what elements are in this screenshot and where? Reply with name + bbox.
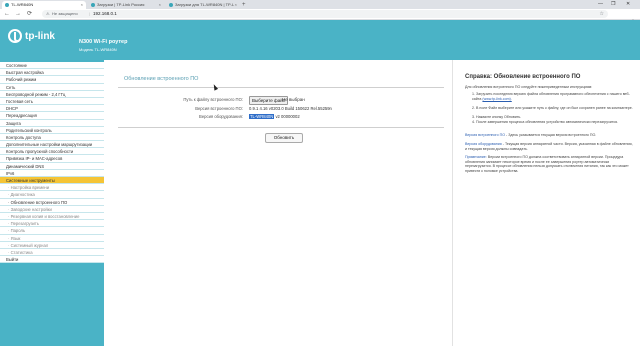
sidebar-item[interactable]: Выйти xyxy=(0,256,104,264)
help-step-1: 1. Загрузить последнюю версию файла обно… xyxy=(472,92,633,101)
favicon-icon xyxy=(169,3,173,7)
tab-model-downloads[interactable]: Загрузки для TL-WR840N | TP-L × xyxy=(166,1,240,9)
new-tab-button[interactable]: + xyxy=(242,1,246,9)
close-tab-icon[interactable]: × xyxy=(235,1,237,9)
sidebar-item[interactable]: Пароль xyxy=(0,227,104,235)
close-tab-icon[interactable]: × xyxy=(159,1,161,9)
warning-icon: ⚠ xyxy=(46,11,50,16)
sidebar-item[interactable]: Системный журнал xyxy=(0,242,104,249)
sidebar-item[interactable]: Заводские настройки xyxy=(0,206,104,213)
help-hw-note: Версия оборудования - Текущая версия апп… xyxy=(465,142,633,151)
sidebar-item[interactable]: Защита xyxy=(0,120,104,127)
close-window-button[interactable]: ✕ xyxy=(626,0,630,9)
help-title: Справка: Обновление встроенного ПО xyxy=(465,74,581,80)
maximize-button[interactable]: ❐ xyxy=(611,0,615,9)
help-fw-note-label: Версия встроенного ПО xyxy=(465,133,506,137)
help-panel xyxy=(452,60,640,346)
favicon-icon xyxy=(5,3,9,7)
sidebar-item[interactable]: Резервная копия и восстановление xyxy=(0,213,104,221)
sidebar-item[interactable]: Беспроводной режим - 2,4 ГГц xyxy=(0,91,104,98)
tab-label: Загрузки | TP-Link Россия xyxy=(97,2,145,7)
hw-version-value: TL-WR840N v2 00000002 xyxy=(249,113,300,120)
help-fw-note: Версия встроенного ПО - Здесь указываетс… xyxy=(465,133,633,138)
divider xyxy=(118,87,444,88)
favicon-icon xyxy=(91,3,95,7)
divider xyxy=(118,127,444,128)
sidebar-item[interactable]: Контроль пропускной способности xyxy=(0,148,104,156)
sidebar-item[interactable]: Статистика xyxy=(0,249,104,257)
sidebar-item[interactable]: Состояние xyxy=(0,62,104,70)
sidebar-item[interactable]: Контроль доступа xyxy=(0,134,104,142)
no-file-text: Не выбран xyxy=(282,97,305,102)
hw-version-label: Версия оборудования: xyxy=(199,114,243,119)
sidebar-item[interactable]: Гостевая сеть xyxy=(0,98,104,106)
help-fw-note-text: - Здесь указывается текущая версия встро… xyxy=(505,133,597,137)
reload-button[interactable]: ⟳ xyxy=(27,10,32,18)
tab-tplink-downloads[interactable]: Загрузки | TP-Link Россия × xyxy=(88,1,164,9)
close-tab-icon[interactable]: × xyxy=(81,1,83,9)
help-hw-note-label: Версия оборудования xyxy=(465,142,502,146)
tab-router[interactable]: TL-WR840N × xyxy=(2,1,86,9)
sidebar-item[interactable]: Перезагрузить xyxy=(0,220,104,228)
fw-version-value: 0.9.1 4.16 v0203.0 Build 150622 Rel.5525… xyxy=(249,106,332,111)
sidebar-item[interactable]: Язык xyxy=(0,235,104,242)
sidebar-item[interactable]: IPv6 xyxy=(0,170,104,177)
help-warning-label: Примечание: xyxy=(465,155,487,159)
address-toolbar: ← → ⟳ ⚠ Не защищено | 192.168.0.1 ☆ ● ⋮ xyxy=(0,9,640,26)
tab-label: TL-WR840N xyxy=(11,2,34,7)
sidebar-item[interactable]: Системные инструменты xyxy=(0,177,104,185)
bookmark-star-icon[interactable]: ☆ xyxy=(600,10,604,18)
sidebar-item[interactable]: Диагностика xyxy=(0,191,104,199)
separator: | xyxy=(89,11,91,16)
page-bottom xyxy=(0,346,640,360)
product-model: Модель TL-WR840N xyxy=(79,47,117,52)
tplink-logo-icon xyxy=(8,29,22,43)
sidebar-item[interactable]: DHCP xyxy=(0,105,104,113)
sidebar-item[interactable]: Обновление встроенного ПО xyxy=(0,199,104,206)
fw-version-label: Версия встроенного ПО: xyxy=(195,106,243,111)
hw-version-selected: TL-WR840N xyxy=(249,114,275,119)
help-intro: Для обновления встроенного ПО следуйте н… xyxy=(465,85,593,89)
sidebar-item[interactable]: Привязка IP- и MAC-адресов xyxy=(0,155,104,163)
hw-version-rest: v2 00000002 xyxy=(275,114,300,119)
help-warning-text: Версии встроенного ПО должна соответство… xyxy=(465,155,629,173)
browser-tab-bar: TL-WR840N × Загрузки | TP-Link Россия × … xyxy=(0,0,640,9)
minimize-button[interactable]: — xyxy=(598,0,603,9)
forward-button[interactable]: → xyxy=(15,10,21,18)
sidebar-item[interactable]: Переадресация xyxy=(0,112,104,120)
upgrade-button[interactable]: Обновить xyxy=(265,133,303,143)
sidebar-item[interactable]: Настройка времени xyxy=(0,184,104,192)
security-label: Не защищено xyxy=(52,11,78,16)
router-header: tp-link N300 Wi-Fi роутер Модель TL-WR84… xyxy=(0,20,640,60)
help-step-4: 4. После завершения процесса обновления … xyxy=(472,120,619,124)
tab-label: Загрузки для TL-WR840N | TP-L xyxy=(175,2,235,7)
help-step-2: 2. В поле Файл выберите или укажите путь… xyxy=(472,106,633,110)
sidebar-item[interactable]: Рабочий режим xyxy=(0,76,104,84)
logo-text: tp-link xyxy=(25,31,55,42)
sidebar-item[interactable]: Родительский контроль xyxy=(0,127,104,134)
sidebar-item[interactable]: Дополнительные настройки маршрутизации xyxy=(0,141,104,149)
help-step-3: 3. Нажмите кнопку Обновить. xyxy=(472,115,522,119)
back-button[interactable]: ← xyxy=(4,10,10,18)
section-title: Обновление встроенного ПО xyxy=(124,76,199,82)
sidebar-item[interactable]: Быстрая настройка xyxy=(0,69,104,77)
help-warning: Примечание: Версии встроенного ПО должна… xyxy=(465,155,633,173)
sidebar: Состояние Быстрая настройка Рабочий режим С… xyxy=(0,60,104,360)
sidebar-item[interactable]: Сеть xyxy=(0,84,104,91)
product-title: N300 Wi-Fi роутер xyxy=(79,39,128,45)
sidebar-menu: Состояние Быстрая настройка Рабочий режим С… xyxy=(0,62,104,264)
sidebar-item[interactable]: Динамический DNS xyxy=(0,163,104,170)
address-bar[interactable]: ⚠ Не защищено | 192.168.0.1 ☆ xyxy=(42,10,608,18)
tplink-site-link[interactable]: (www.tp-link.com). xyxy=(482,97,511,101)
file-path-label: Путь к файлу встроенного ПО: xyxy=(183,97,243,102)
url-text[interactable]: 192.168.0.1 xyxy=(93,11,117,17)
